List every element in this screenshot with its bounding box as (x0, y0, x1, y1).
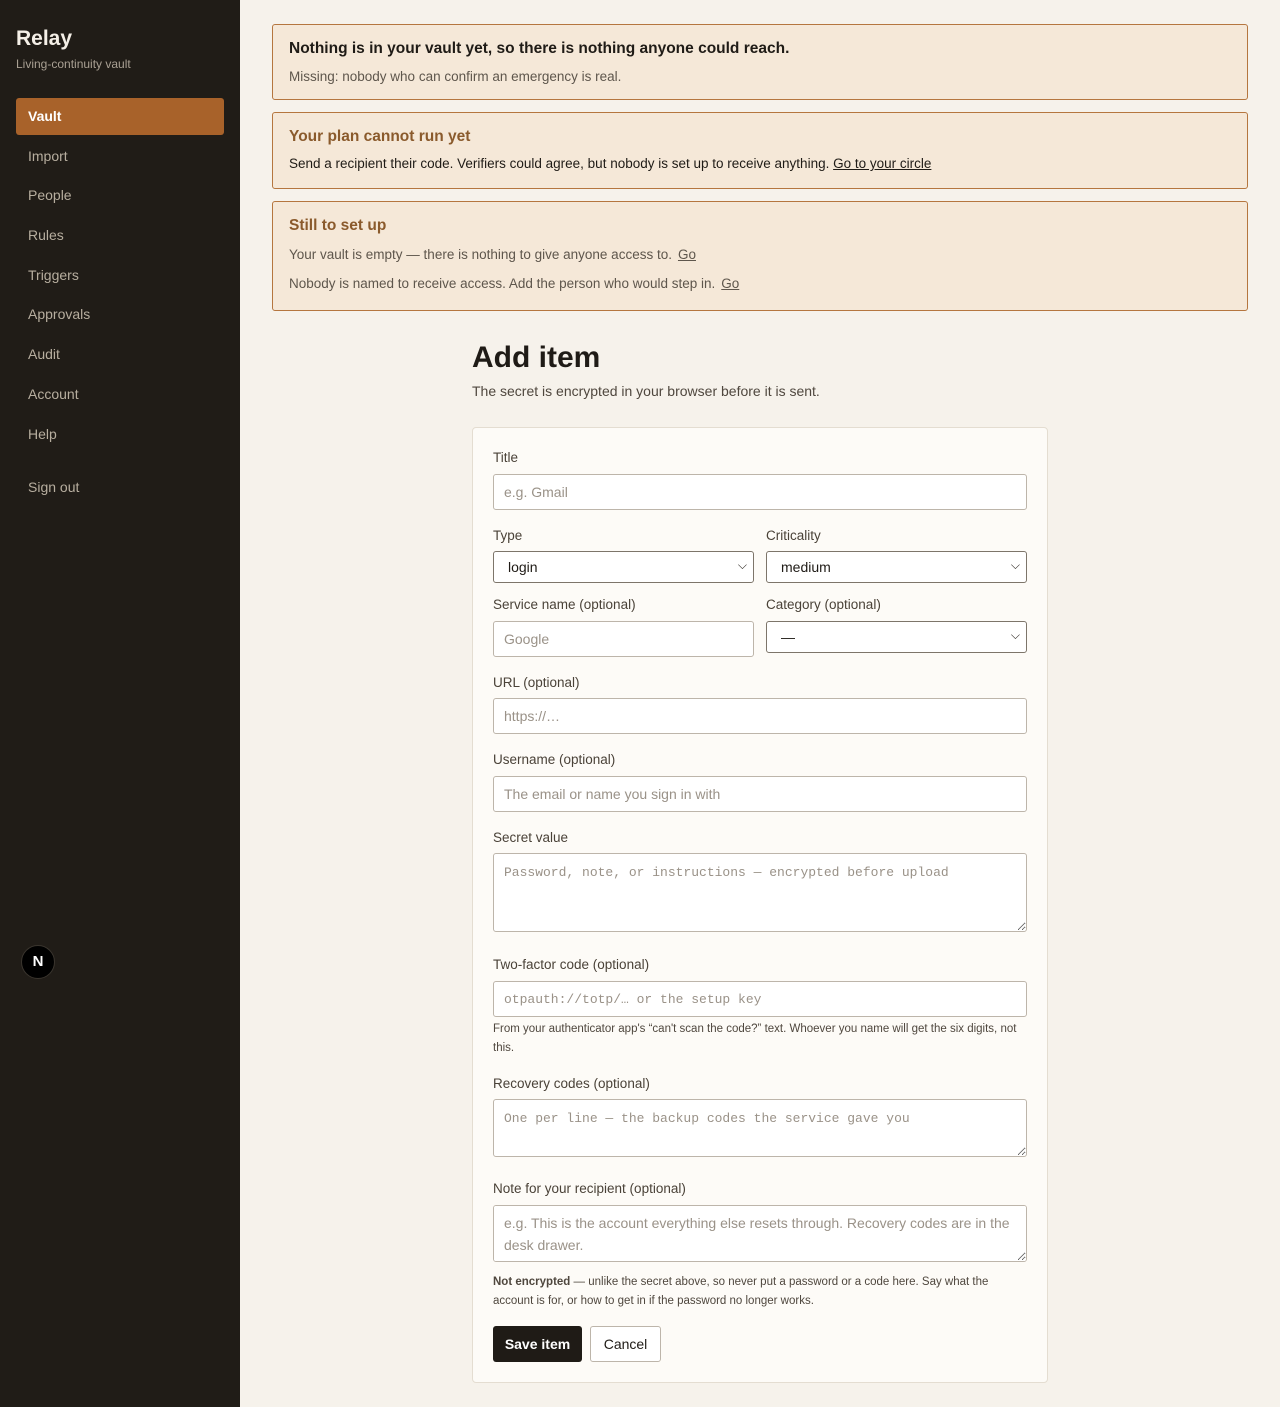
title-label: Title (493, 450, 519, 465)
page-title: Add item (472, 341, 601, 374)
criticality-selected-value: medium (781, 559, 831, 575)
criticality-select[interactable]: medium ⌵ (766, 551, 1027, 583)
type-label: Type (493, 528, 523, 543)
recipient-note-help: Not encrypted — unlike the secret above,… (493, 1273, 1023, 1311)
page-subtitle: The secret is encrypted in your browser … (472, 383, 820, 399)
setup-item-text: Your vault is empty — there is nothing t… (289, 247, 672, 262)
sidebar-item-import[interactable]: Import (16, 138, 224, 175)
sign-out-link[interactable]: Sign out (28, 479, 79, 495)
save-item-button[interactable]: Save item (493, 1326, 582, 1362)
secret-value-textarea[interactable] (493, 853, 1027, 932)
two-factor-help: From your authenticator app's “can't sca… (493, 1023, 1017, 1054)
category-selected-value: — (781, 629, 795, 645)
two-factor-input[interactable] (493, 981, 1027, 1017)
recipient-note-textarea[interactable] (493, 1205, 1027, 1262)
setup-checklist-title: Still to set up (289, 217, 387, 234)
username-input[interactable] (493, 776, 1027, 812)
go-to-circle-link[interactable]: Go to your circle (833, 156, 931, 171)
sidebar-item-people[interactable]: People (16, 177, 224, 214)
plan-status-detail-row: Send a recipient their code. Verifiers c… (289, 156, 931, 171)
title-input[interactable] (493, 474, 1027, 510)
plan-status-detail: Send a recipient their code. Verifiers c… (289, 156, 830, 171)
category-select[interactable]: — ⌵ (766, 621, 1027, 653)
setup-item: Nobody is named to receive access. Add t… (289, 276, 739, 291)
vault-empty-detail: Missing: nobody who can confirm an emerg… (289, 69, 622, 84)
type-selected-value: login (508, 559, 538, 575)
not-encrypted-label: Not encrypted (493, 1276, 571, 1288)
service-name-label: Service name (optional) (493, 597, 636, 612)
recovery-codes-textarea[interactable] (493, 1099, 1027, 1157)
setup-item-text: Nobody is named to receive access. Add t… (289, 276, 716, 291)
sidebar-item-approvals[interactable]: Approvals (16, 296, 224, 333)
service-name-input[interactable] (493, 621, 754, 657)
cancel-button[interactable]: Cancel (590, 1326, 661, 1362)
plan-status-banner: Your plan cannot run yet Send a recipien… (272, 112, 1248, 189)
setup-checklist-banner: Still to set up Your vault is empty — th… (272, 201, 1248, 311)
recipient-note-label: Note for your recipient (optional) (493, 1181, 686, 1196)
sidebar-item-account[interactable]: Account (16, 376, 224, 413)
brand-name[interactable]: Relay (16, 27, 72, 51)
vault-empty-banner: Nothing is in your vault yet, so there i… (272, 24, 1248, 100)
setup-item-go-link[interactable]: Go (678, 247, 696, 262)
url-input[interactable] (493, 698, 1027, 734)
add-item-form: Title Type login ⌵ Criticality medium ⌵ … (472, 427, 1048, 1383)
chevron-down-icon: ⌵ (737, 558, 747, 572)
secret-value-label: Secret value (493, 830, 569, 845)
category-label: Category (optional) (766, 597, 881, 612)
two-factor-label: Two-factor code (optional) (493, 957, 650, 972)
sidebar-item-help[interactable]: Help (16, 416, 224, 453)
brand-tagline: Living-continuity vault (16, 57, 131, 71)
username-label: Username (optional) (493, 752, 616, 767)
dev-tools-badge[interactable]: N (21, 945, 55, 979)
sidebar: Relay Living-continuity vault Vault Impo… (0, 0, 240, 1407)
chevron-down-icon: ⌵ (1010, 628, 1020, 642)
setup-item: Your vault is empty — there is nothing t… (289, 247, 696, 262)
setup-item-go-link[interactable]: Go (721, 276, 739, 291)
sidebar-item-audit[interactable]: Audit (16, 336, 224, 373)
type-select[interactable]: login ⌵ (493, 551, 754, 583)
url-label: URL (optional) (493, 675, 580, 690)
recovery-codes-label: Recovery codes (optional) (493, 1076, 650, 1091)
sidebar-nav: Vault Import People Rules Triggers Appro… (16, 98, 224, 455)
sidebar-item-triggers[interactable]: Triggers (16, 257, 224, 294)
criticality-label: Criticality (766, 528, 821, 543)
vault-empty-title: Nothing is in your vault yet, so there i… (289, 40, 790, 57)
plan-status-title: Your plan cannot run yet (289, 128, 471, 145)
sidebar-item-vault[interactable]: Vault (16, 98, 224, 135)
sidebar-item-rules[interactable]: Rules (16, 217, 224, 254)
chevron-down-icon: ⌵ (1010, 558, 1020, 572)
